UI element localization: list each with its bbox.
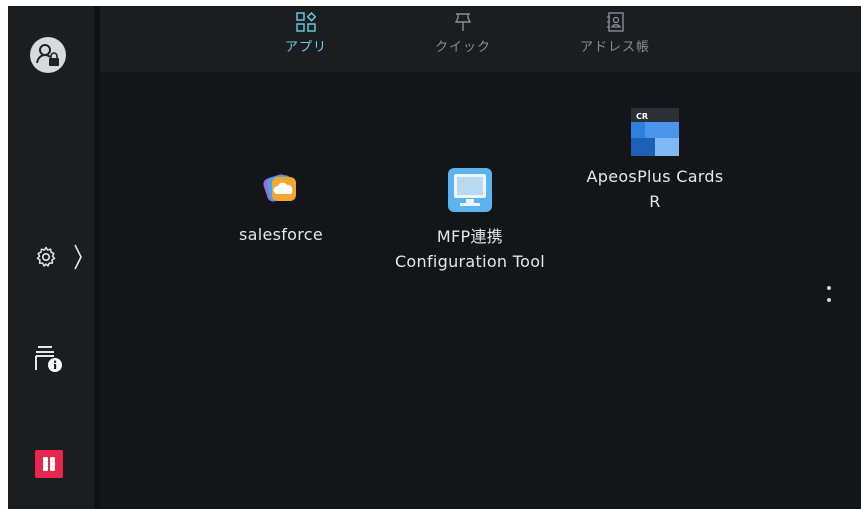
- screen: アプリ クイック アドレス帳 salesforce MFP連携 Configur…: [8, 6, 861, 509]
- cards-r-icon-text: CR: [636, 112, 648, 121]
- tab-apps-label: アプリ: [284, 40, 327, 55]
- pause-button[interactable]: [35, 450, 63, 478]
- tab-address-book-label: アドレス帳: [579, 40, 650, 55]
- app-mfp-config-tool-line1: MFP連携: [436, 227, 504, 246]
- monitor-icon: [448, 168, 492, 212]
- app-mfp-config-tool[interactable]: MFP連携 Configuration Tool: [380, 168, 560, 274]
- page-dot: [827, 286, 831, 290]
- settings-button[interactable]: [34, 242, 90, 272]
- app-grid: salesforce MFP連携 Configuration Tool CR A…: [100, 72, 861, 509]
- apps-grid-icon: [296, 12, 316, 32]
- page-indicator[interactable]: [825, 284, 835, 310]
- device-info-button[interactable]: [34, 342, 68, 376]
- tab-apps[interactable]: アプリ: [246, 12, 366, 68]
- app-salesforce[interactable]: salesforce: [216, 168, 346, 247]
- device-info-icon: [35, 346, 62, 372]
- app-mfp-config-tool-label: MFP連携 Configuration Tool: [380, 224, 560, 274]
- app-apeosplus-cards-r[interactable]: CR ApeosPlus Cards R: [570, 108, 740, 214]
- sidebar: [8, 6, 94, 509]
- app-apeosplus-cards-r-line1: ApeosPlus Cards: [586, 167, 724, 186]
- page-dot: [827, 298, 831, 302]
- gear-icon: [36, 246, 56, 267]
- app-mfp-config-tool-line2: Configuration Tool: [394, 252, 546, 271]
- tab-quick[interactable]: クイック: [403, 12, 523, 68]
- tab-address-book[interactable]: アドレス帳: [555, 12, 675, 68]
- chevron-right-icon: [74, 244, 82, 270]
- tab-quick-label: クイック: [434, 40, 491, 55]
- salesforce-icon: [263, 174, 296, 202]
- cards-r-icon: CR: [631, 108, 679, 156]
- app-apeosplus-cards-r-line2: R: [649, 192, 661, 211]
- user-lock-icon: [36, 44, 59, 66]
- app-salesforce-label: salesforce: [238, 225, 324, 244]
- tab-bar: アプリ クイック アドレス帳: [100, 6, 861, 72]
- address-book-icon: [607, 12, 624, 32]
- user-login-button[interactable]: [30, 37, 66, 73]
- pin-icon: [454, 13, 472, 31]
- app-apeosplus-cards-r-label: ApeosPlus Cards R: [570, 164, 740, 214]
